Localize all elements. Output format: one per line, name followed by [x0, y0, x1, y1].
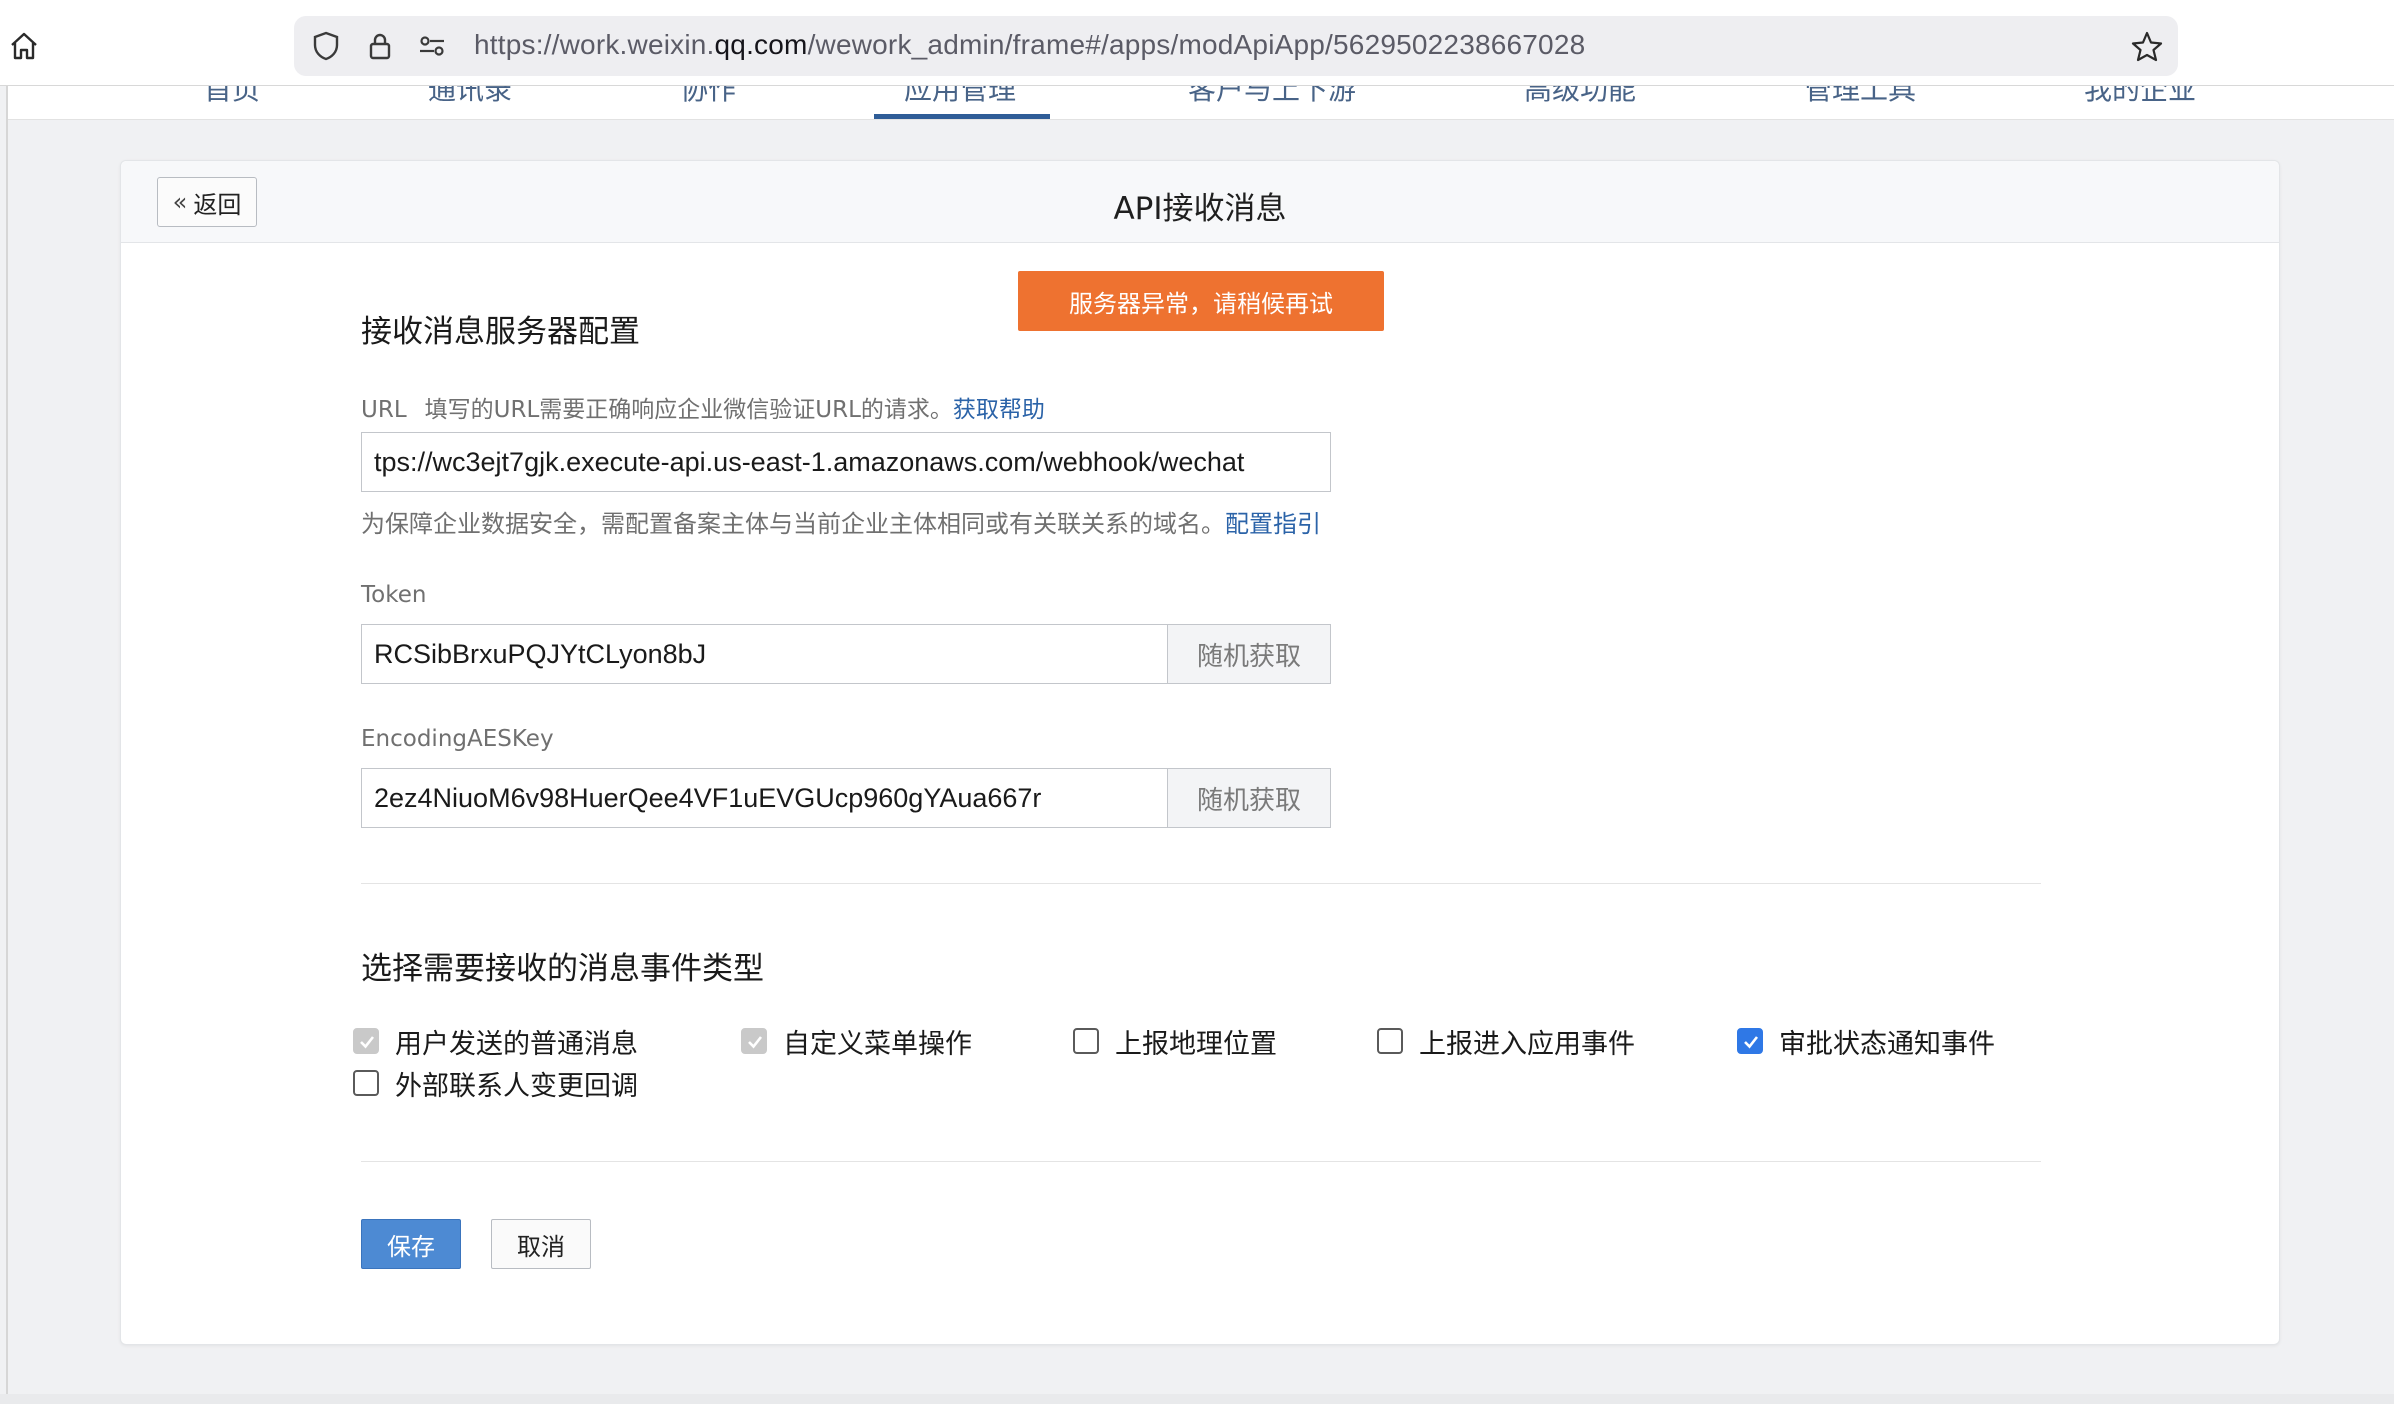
page-title: API接收消息	[1113, 191, 1287, 227]
double-chevron-left-icon: «	[172, 188, 188, 216]
card-header: API接收消息 « 返回	[121, 161, 2279, 243]
url-label-row: URL 填写的URL需要正确响应企业微信验证URL的请求。获取帮助	[361, 390, 1045, 424]
event-option-location[interactable]: 上报地理位置	[1073, 1023, 1277, 1060]
event-option-enter-app[interactable]: 上报进入应用事件	[1377, 1023, 1635, 1060]
nav-item-advanced[interactable]: 高级功能	[1524, 86, 1636, 108]
event-option-custom-menu[interactable]: 自定义菜单操作	[741, 1023, 972, 1060]
event-option-label: 上报进入应用事件	[1419, 1028, 1635, 1060]
event-option-user-message[interactable]: 用户发送的普通消息	[353, 1023, 638, 1060]
url-text: https://work.weixin.qq.com/wework_admin/…	[474, 29, 1586, 60]
token-label: Token	[361, 582, 427, 608]
nav-item-contacts[interactable]: 通讯录	[428, 86, 512, 108]
cancel-button[interactable]: 取消	[491, 1219, 591, 1269]
checkbox-checked-disabled-icon	[741, 1028, 767, 1054]
event-option-label: 审批状态通知事件	[1779, 1028, 1995, 1060]
token-input[interactable]: RCSibBrxuPQJYtCLyon8bJ	[361, 624, 1169, 684]
nav-item-tools[interactable]: 管理工具	[1804, 86, 1916, 108]
nav-item-app-management[interactable]: 应用管理	[904, 86, 1016, 108]
nav-item-customers[interactable]: 客户与上下游	[1188, 86, 1356, 108]
api-receive-card: API接收消息 « 返回 服务器异常，请稍候再试 接收消息服务器配置 URL 填写…	[120, 160, 2280, 1345]
aes-key-input[interactable]: 2ez4NiuoM6v98HuerQee4VF1uEVGUcp960gYAua6…	[361, 768, 1169, 828]
save-button[interactable]: 保存	[361, 1219, 461, 1269]
aes-key-random-button[interactable]: 随机获取	[1167, 768, 1331, 828]
event-option-label: 上报地理位置	[1115, 1028, 1277, 1060]
nav-active-indicator	[874, 114, 1050, 119]
bookmark-star-icon[interactable]	[2130, 30, 2164, 64]
error-toast: 服务器异常，请稍候再试	[1018, 271, 1384, 331]
nav-item-my-company[interactable]: 我的企业	[2084, 86, 2196, 108]
event-option-approval-status[interactable]: 审批状态通知事件	[1737, 1023, 1995, 1060]
token-random-button[interactable]: 随机获取	[1167, 624, 1331, 684]
event-option-external-contact[interactable]: 外部联系人变更回调	[353, 1065, 638, 1102]
checkbox-unchecked-icon	[353, 1070, 379, 1096]
config-guide-link[interactable]: 配置指引	[1225, 510, 1321, 538]
checkbox-checked-disabled-icon	[353, 1028, 379, 1054]
app-nav: 首页 通讯录 协作 应用管理 客户与上下游 高级功能 管理工具 我的企业	[8, 86, 2394, 120]
section-divider	[361, 1161, 2041, 1162]
back-button-label: 返回	[193, 190, 242, 219]
nav-item-collaboration[interactable]: 协作	[680, 86, 736, 108]
page-footer	[0, 1394, 2394, 1404]
address-bar[interactable]: https://work.weixin.qq.com/wework_admin/…	[294, 16, 2178, 76]
aes-key-label: EncodingAESKey	[361, 726, 554, 752]
nav-item-home[interactable]: 首页	[204, 86, 260, 108]
event-option-label: 外部联系人变更回调	[395, 1070, 638, 1102]
url-hint-text: 为保障企业数据安全，需配置备案主体与当前企业主体相同或有关联关系的域名。	[361, 510, 1225, 538]
back-button[interactable]: « 返回	[157, 177, 257, 227]
url-label: URL	[361, 397, 407, 423]
lock-icon[interactable]	[364, 30, 396, 62]
window-edge	[6, 86, 8, 1404]
url-description: 填写的URL需要正确响应企业微信验证URL的请求。	[424, 397, 953, 423]
event-option-label: 自定义菜单操作	[783, 1028, 972, 1060]
checkbox-unchecked-icon	[1073, 1028, 1099, 1054]
home-icon[interactable]	[6, 28, 42, 64]
event-option-label: 用户发送的普通消息	[395, 1028, 638, 1060]
url-input[interactable]: tps://wc3ejt7gjk.execute-api.us-east-1.a…	[361, 432, 1331, 492]
browser-toolbar: https://work.weixin.qq.com/wework_admin/…	[0, 0, 2394, 86]
event-types-title: 选择需要接收的消息事件类型	[361, 951, 764, 987]
checkbox-unchecked-icon	[1377, 1028, 1403, 1054]
section-divider	[361, 883, 2041, 884]
get-help-link[interactable]: 获取帮助	[953, 397, 1045, 423]
server-config-title: 接收消息服务器配置	[361, 314, 640, 350]
permissions-icon[interactable]	[416, 30, 448, 62]
url-hint: 为保障企业数据安全，需配置备案主体与当前企业主体相同或有关联关系的域名。配置指引	[361, 504, 1321, 539]
shield-icon[interactable]	[310, 30, 342, 62]
checkbox-checked-icon	[1737, 1028, 1763, 1054]
